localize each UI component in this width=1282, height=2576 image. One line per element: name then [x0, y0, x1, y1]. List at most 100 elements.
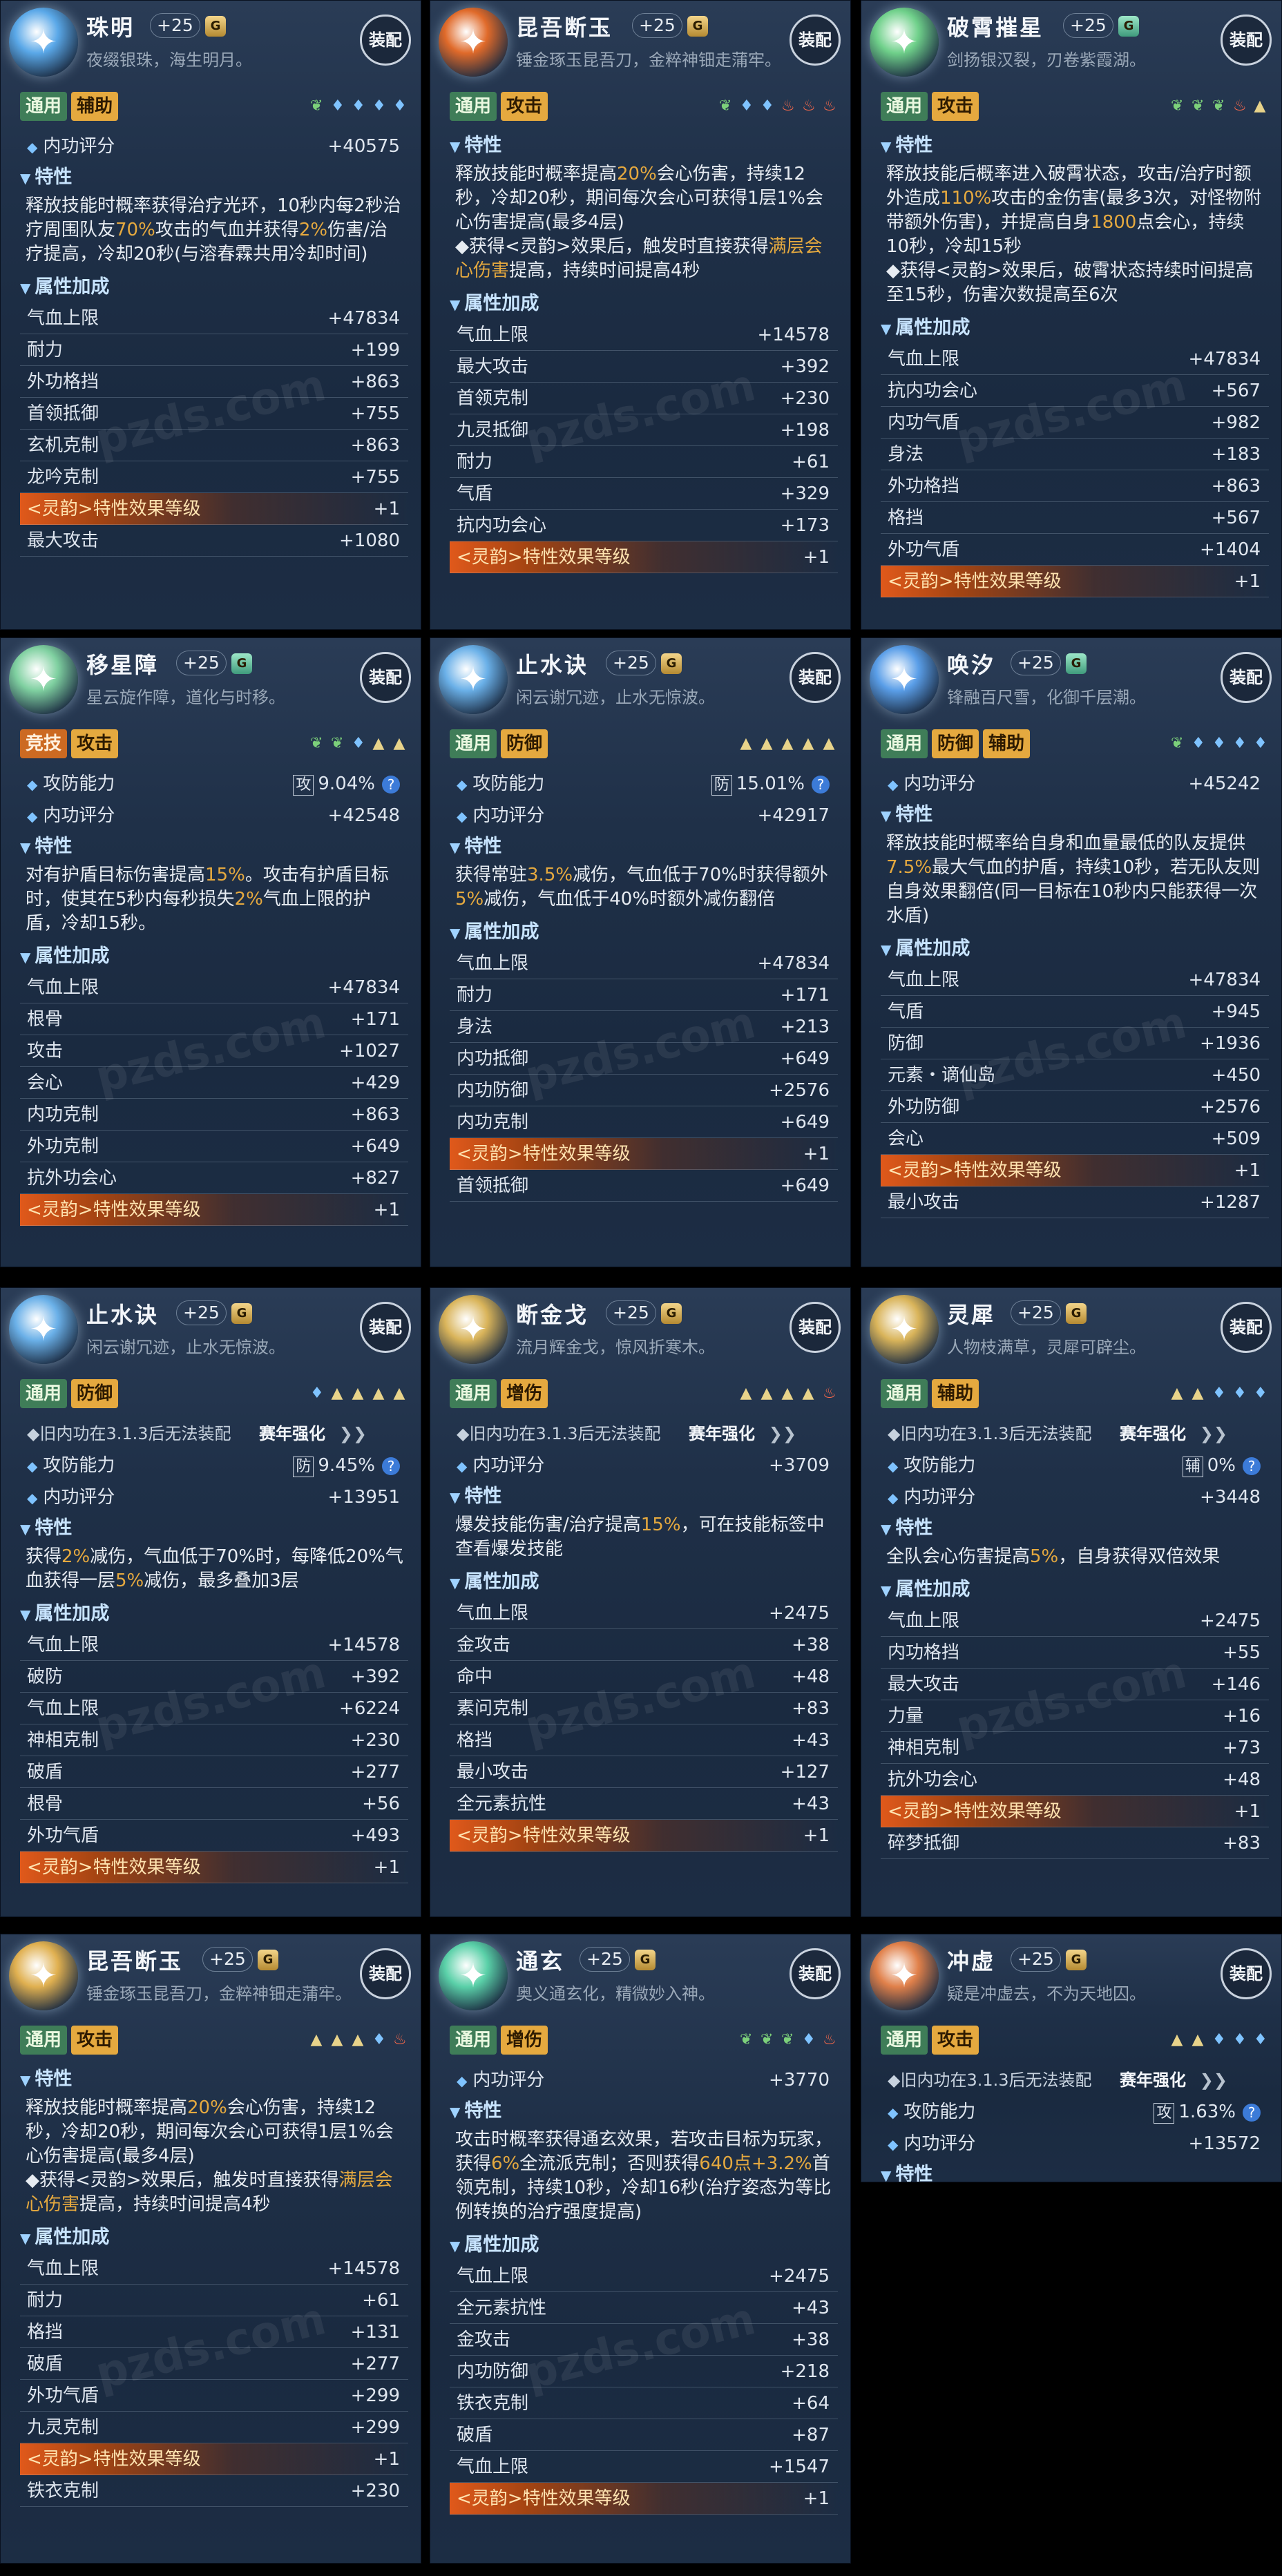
mtn-element-icon: ▲	[740, 1385, 752, 1402]
help-icon[interactable]: ?	[382, 775, 400, 794]
neigong-card: ✦ 昆吾断玉 +25 G 锤金琢玉昆吾刀，金粹神钿走蒲牢。 装配 通用 攻击 ▲ ▲ ▲ ♦ ♨ ▼ 特性释…	[0, 1934, 421, 2564]
card-body: ◆ 内功评分 +3770 ▼ 特性 攻击时概率获得通玄效果，若攻击目标为玩家，获得6%全流…	[450, 2064, 838, 2563]
attack-defense-value: 攻 1.63%?	[1154, 2096, 1261, 2128]
attribute-name: 铁衣克制	[457, 2393, 529, 2414]
card-title: 珠明	[86, 15, 135, 41]
attribute-value: +863	[350, 435, 400, 456]
card-title: 止水诀	[86, 1302, 160, 1328]
equip-button[interactable]: 装配	[790, 1302, 841, 1353]
attribute-value: +450	[1211, 1065, 1261, 1086]
attribute-value: +649	[350, 1136, 400, 1157]
trait-section-title[interactable]: ▼ 特性	[881, 131, 1269, 161]
equip-button[interactable]: 装配	[360, 1302, 411, 1353]
card-header: ✦ 冲虚 +25 G 疑是冲虚去，不为天地囚。 装配	[861, 1934, 1281, 2024]
level-badge: +25	[150, 13, 200, 38]
attribute-name: 玄机克制	[27, 435, 99, 456]
attribute-value: +14578	[327, 1635, 401, 1655]
element-list: ❦ ❦ ❦ ♨ ▲	[1171, 97, 1266, 115]
chevron-right-icon[interactable]: ❯❯	[339, 1418, 367, 1450]
attribute-name: <灵韵>特性效果等级	[457, 547, 631, 568]
attribute-name: 神相克制	[888, 1738, 960, 1758]
card-body: ▼ 特性 释放技能时概率提高20%会心伤害，持续12秒，冷却20秒，期间每次会心可获…	[20, 2064, 408, 2563]
trait-section-title[interactable]: ▼ 特性	[20, 2064, 408, 2095]
attribute-value: +2475	[1200, 1611, 1261, 1631]
attribute-section-title[interactable]: ▼ 属性加成	[20, 272, 408, 302]
mtn-element-icon: ▲	[781, 1385, 794, 1402]
equip-button[interactable]: 装配	[360, 652, 411, 703]
attribute-name: 最大攻击	[888, 1674, 960, 1695]
help-icon[interactable]: ?	[1243, 1457, 1261, 1475]
attribute-section-title[interactable]: ▼ 属性加成	[450, 2230, 838, 2260]
attribute-row: 九灵克制 +299	[20, 2412, 408, 2443]
attribute-name: 外功防御	[888, 1097, 960, 1117]
fire-element-icon: ♨	[802, 97, 816, 115]
attack-defense-label: ◆ 攻防能力	[888, 1455, 976, 1476]
chevron-right-icon[interactable]: ❯❯	[769, 1418, 796, 1450]
leaf-element-icon: ❦	[1212, 97, 1225, 115]
attribute-section-title[interactable]: ▼ 属性加成	[20, 1599, 408, 1629]
collapse-icon: ▼	[20, 2072, 31, 2088]
stance-box: 攻	[1154, 2103, 1175, 2124]
attribute-value: +198	[780, 420, 830, 441]
equip-button[interactable]: 装配	[1221, 652, 1272, 703]
trait-section-title[interactable]: ▼ 特性	[450, 2096, 838, 2126]
grade-gem-icon: G	[231, 653, 252, 674]
attribute-section-title[interactable]: ▼ 属性加成	[450, 289, 838, 319]
attribute-value: +1936	[1200, 1033, 1261, 1054]
equip-button[interactable]: 装配	[1221, 15, 1272, 66]
attribute-row: 气血上限 +47834	[881, 964, 1269, 996]
legacy-value: 赛年强化	[689, 1424, 755, 1443]
attribute-name: 首领抵御	[27, 403, 99, 424]
attribute-name: 金攻击	[457, 2329, 511, 2350]
attribute-section-title[interactable]: ▼ 属性加成	[881, 313, 1269, 343]
drop-element-icon: ♦	[1254, 735, 1267, 752]
attribute-section-title[interactable]: ▼ 属性加成	[20, 941, 408, 972]
help-icon[interactable]: ?	[812, 775, 830, 794]
attribute-value: +277	[350, 2354, 400, 2374]
attribute-section-title[interactable]: ▼ 属性加成	[20, 2222, 408, 2253]
trait-section-title[interactable]: ▼ 特性	[450, 1481, 838, 1512]
equip-button[interactable]: 装配	[360, 15, 411, 66]
chevron-right-icon[interactable]: ❯❯	[1200, 1418, 1227, 1450]
trait-section-title[interactable]: ▼ 特性	[881, 800, 1269, 830]
skill-orb-icon: ✦	[870, 1941, 939, 2010]
attribute-value: +567	[1211, 381, 1261, 401]
attribute-section-title[interactable]: ▼ 属性加成	[450, 1567, 838, 1597]
attribute-name: 破盾	[27, 1762, 64, 1782]
equip-button[interactable]: 装配	[790, 652, 841, 703]
chevron-right-icon[interactable]: ❯❯	[1200, 2064, 1227, 2096]
attribute-value: +392	[350, 1666, 400, 1687]
trait-section-title[interactable]: ▼ 特性	[450, 832, 838, 862]
trait-section-title[interactable]: ▼ 特性	[20, 832, 408, 862]
help-icon[interactable]: ?	[382, 1457, 400, 1475]
attribute-value: +38	[792, 1635, 830, 1655]
attribute-section-title[interactable]: ▼ 属性加成	[881, 1575, 1269, 1605]
tag-list: 通用 防御	[20, 1379, 119, 1408]
trait-section-title[interactable]: ▼ 特性	[20, 162, 408, 193]
trait-section-title[interactable]: ▼ 特性	[20, 1513, 408, 1544]
equip-button[interactable]: 装配	[360, 1948, 411, 1999]
collapse-icon: ▼	[881, 941, 892, 958]
trait-section-title[interactable]: ▼ 特性	[450, 131, 838, 161]
stance-box: 防	[293, 1457, 314, 1477]
attribute-section-title[interactable]: ▼ 属性加成	[450, 917, 838, 948]
skill-orb-icon: ✦	[439, 8, 508, 77]
help-icon[interactable]: ?	[1243, 2103, 1261, 2122]
category-tag: 防御	[932, 729, 979, 758]
attribute-name: 抗外功会心	[888, 1769, 978, 1790]
trait-section-title[interactable]: ▼ 特性	[881, 1513, 1269, 1544]
element-list: ♦ ▲ ▲ ▲ ▲	[310, 1385, 405, 1403]
equip-button[interactable]: 装配	[790, 15, 841, 66]
equip-button[interactable]: 装配	[1221, 1302, 1272, 1353]
neigong-card: ✦ 灵犀 +25 G 人物枝满草，灵犀可辟尘。 装配 通用 辅助 ▲ ▲ ♦ ♦ ♦ ◆旧内功在3.1.3…	[861, 1287, 1282, 1917]
equip-button[interactable]: 装配	[1221, 1948, 1272, 1999]
equip-button[interactable]: 装配	[790, 1948, 841, 1999]
attribute-value: +61	[792, 452, 830, 472]
trait-section-title[interactable]: ▼ 特性	[881, 2160, 1269, 2182]
attribute-name: 气血上限	[457, 2266, 529, 2287]
drop-element-icon: ♦	[372, 2031, 386, 2048]
attribute-section-title[interactable]: ▼ 属性加成	[881, 934, 1269, 964]
attribute-value: +1	[803, 547, 830, 568]
attribute-row: 外功格挡 +863	[20, 366, 408, 398]
fire-element-icon: ♨	[823, 1385, 836, 1402]
